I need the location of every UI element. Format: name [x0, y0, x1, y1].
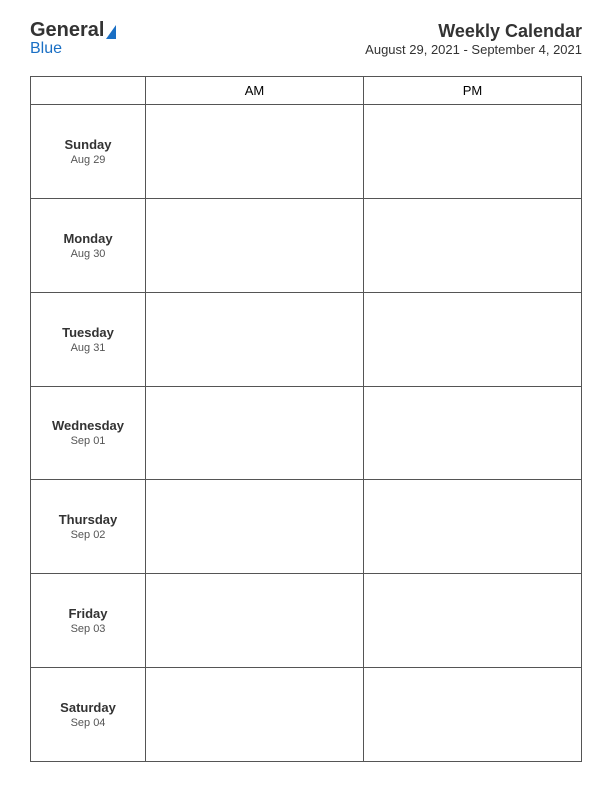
- day-cell-0: Sunday Aug 29: [31, 105, 146, 199]
- pm-cell-2: [364, 292, 582, 386]
- pm-cell-5: [364, 574, 582, 668]
- day-date-5: Sep 03: [35, 623, 141, 635]
- day-cell-5: Friday Sep 03: [31, 574, 146, 668]
- day-name-3: Wednesday: [35, 418, 141, 433]
- logo-blue-text: Blue: [30, 40, 62, 58]
- day-cell-4: Thursday Sep 02: [31, 480, 146, 574]
- day-date-1: Aug 30: [35, 248, 141, 260]
- pm-cell-3: [364, 386, 582, 480]
- am-cell-5: [146, 574, 364, 668]
- calendar-subtitle: August 29, 2021 - September 4, 2021: [365, 42, 582, 57]
- header: General Blue Weekly Calendar August 29, …: [30, 20, 582, 58]
- title-block: Weekly Calendar August 29, 2021 - Septem…: [365, 21, 582, 57]
- logo-general-text: General: [30, 20, 104, 40]
- pm-cell-1: [364, 198, 582, 292]
- am-cell-4: [146, 480, 364, 574]
- logo: General Blue: [30, 20, 116, 58]
- am-cell-3: [146, 386, 364, 480]
- col-header-am: AM: [146, 77, 364, 105]
- day-date-0: Aug 29: [35, 154, 141, 166]
- table-row: Tuesday Aug 31: [31, 292, 582, 386]
- table-row: Monday Aug 30: [31, 198, 582, 292]
- col-header-day: [31, 77, 146, 105]
- day-cell-1: Monday Aug 30: [31, 198, 146, 292]
- day-date-4: Sep 02: [35, 529, 141, 541]
- day-date-2: Aug 31: [35, 342, 141, 354]
- pm-cell-0: [364, 105, 582, 199]
- table-row: Thursday Sep 02: [31, 480, 582, 574]
- calendar-table: AM PM Sunday Aug 29 Monday Aug 30 Tuesday Aug…: [30, 76, 582, 762]
- am-cell-1: [146, 198, 364, 292]
- day-name-4: Thursday: [35, 512, 141, 527]
- day-name-6: Saturday: [35, 700, 141, 715]
- pm-cell-6: [364, 668, 582, 762]
- pm-cell-4: [364, 480, 582, 574]
- col-header-pm: PM: [364, 77, 582, 105]
- day-name-5: Friday: [35, 606, 141, 621]
- am-cell-0: [146, 105, 364, 199]
- table-row: Friday Sep 03: [31, 574, 582, 668]
- table-header-row: AM PM: [31, 77, 582, 105]
- am-cell-2: [146, 292, 364, 386]
- day-cell-3: Wednesday Sep 01: [31, 386, 146, 480]
- day-cell-6: Saturday Sep 04: [31, 668, 146, 762]
- day-name-2: Tuesday: [35, 325, 141, 340]
- day-name-0: Sunday: [35, 137, 141, 152]
- am-cell-6: [146, 668, 364, 762]
- day-cell-2: Tuesday Aug 31: [31, 292, 146, 386]
- day-name-1: Monday: [35, 231, 141, 246]
- day-date-3: Sep 01: [35, 435, 141, 447]
- day-date-6: Sep 04: [35, 717, 141, 729]
- logo-triangle-icon: [106, 25, 116, 39]
- table-row: Saturday Sep 04: [31, 668, 582, 762]
- table-row: Sunday Aug 29: [31, 105, 582, 199]
- calendar-title: Weekly Calendar: [365, 21, 582, 42]
- table-row: Wednesday Sep 01: [31, 386, 582, 480]
